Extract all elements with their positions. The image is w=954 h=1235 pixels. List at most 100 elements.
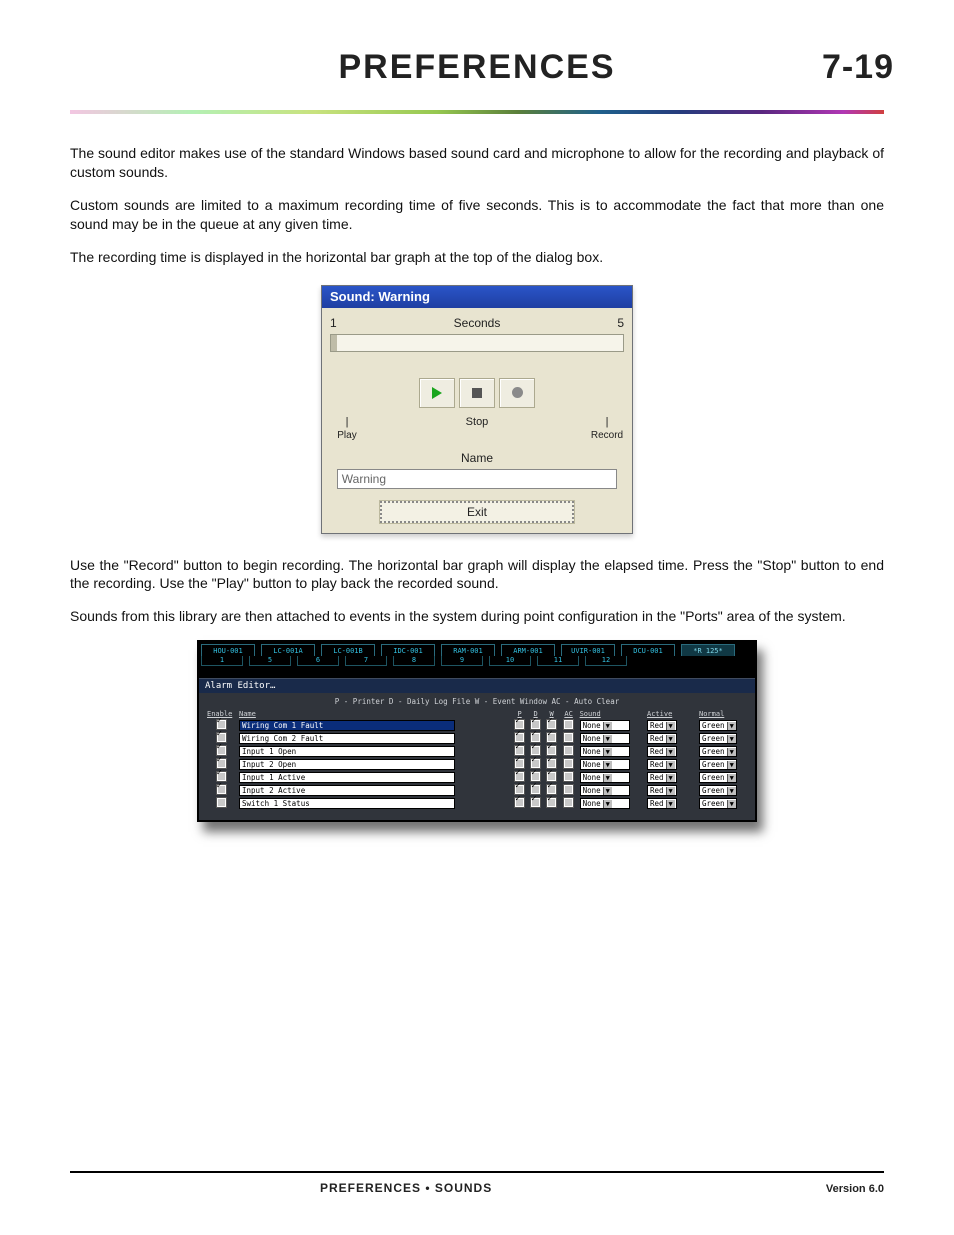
normal-color-select[interactable]: Green▼ bbox=[699, 733, 737, 744]
d-checkbox[interactable] bbox=[531, 772, 540, 781]
sound-select[interactable]: None▼ bbox=[580, 733, 630, 744]
ac-checkbox[interactable] bbox=[564, 785, 573, 794]
active-color-select[interactable]: Red▼ bbox=[647, 733, 677, 744]
ac-checkbox[interactable] bbox=[564, 720, 573, 729]
record-button[interactable] bbox=[499, 378, 535, 408]
chevron-down-icon: ▼ bbox=[666, 761, 675, 769]
play-label: Play bbox=[330, 430, 364, 441]
recording-progress bbox=[330, 334, 624, 352]
p-checkbox[interactable] bbox=[515, 733, 524, 742]
enable-checkbox[interactable] bbox=[217, 746, 226, 755]
active-color-select[interactable]: Red▼ bbox=[647, 759, 677, 770]
footer-divider bbox=[70, 1171, 884, 1173]
d-checkbox[interactable] bbox=[531, 759, 540, 768]
sound-select[interactable]: None▼ bbox=[580, 772, 630, 783]
alarm-tab[interactable]: LC-001A bbox=[261, 644, 315, 656]
enable-checkbox[interactable] bbox=[217, 798, 226, 807]
active-color-select[interactable]: Red▼ bbox=[647, 785, 677, 796]
row-name-input[interactable]: Input 2 Open bbox=[239, 759, 455, 770]
enable-checkbox[interactable] bbox=[217, 720, 226, 729]
alarm-tab[interactable]: ARM-001 bbox=[501, 644, 555, 656]
row-name-input[interactable]: Input 1 Active bbox=[239, 772, 455, 783]
row-name-input[interactable]: Switch 1 Status bbox=[239, 798, 455, 809]
alarm-tab[interactable]: *R 125* bbox=[681, 644, 735, 656]
active-color-select[interactable]: Red▼ bbox=[647, 772, 677, 783]
sound-select[interactable]: None▼ bbox=[580, 759, 630, 770]
seconds-scale: 1 Seconds 5 bbox=[330, 316, 624, 330]
p-checkbox[interactable] bbox=[515, 772, 524, 781]
w-checkbox[interactable] bbox=[547, 785, 556, 794]
sound-select[interactable]: None▼ bbox=[580, 785, 630, 796]
alarm-tab[interactable]: HOU-001 bbox=[201, 644, 255, 656]
d-checkbox[interactable] bbox=[531, 746, 540, 755]
alarm-tab[interactable]: LC-001B bbox=[321, 644, 375, 656]
sound-editor-dialog: Sound: Warning 1 Seconds 5 |Play Stop |R… bbox=[321, 285, 633, 534]
enable-checkbox[interactable] bbox=[217, 785, 226, 794]
seconds-min: 1 bbox=[330, 316, 337, 330]
ac-checkbox[interactable] bbox=[564, 759, 573, 768]
col-name: Name bbox=[237, 709, 512, 719]
alarm-tab[interactable]: UVIR-001 bbox=[561, 644, 615, 656]
active-color-select[interactable]: Red▼ bbox=[647, 746, 677, 757]
ac-checkbox[interactable] bbox=[564, 798, 573, 807]
alarm-tab-number: 11 bbox=[537, 656, 579, 666]
d-checkbox[interactable] bbox=[531, 733, 540, 742]
chevron-down-icon: ▼ bbox=[727, 800, 736, 808]
row-name-input[interactable]: Input 2 Active bbox=[239, 785, 455, 796]
page-header: PREFERENCES 7-19 bbox=[70, 40, 884, 100]
d-checkbox[interactable] bbox=[531, 720, 540, 729]
footer-left: PREFERENCES • SOUNDS bbox=[320, 1181, 492, 1195]
stop-button[interactable] bbox=[459, 378, 495, 408]
w-checkbox[interactable] bbox=[547, 733, 556, 742]
alarm-editor-title: Alarm Editor… bbox=[199, 678, 755, 693]
d-checkbox[interactable] bbox=[531, 798, 540, 807]
alarm-tab[interactable]: DCU-001 bbox=[621, 644, 675, 656]
table-row: Wiring Com 2 Fault None▼ Red▼ Green▼ bbox=[205, 732, 749, 745]
seconds-label: Seconds bbox=[337, 316, 618, 330]
page-footer: PREFERENCES • SOUNDS Version 6.0 bbox=[70, 1171, 884, 1195]
w-checkbox[interactable] bbox=[547, 759, 556, 768]
p-checkbox[interactable] bbox=[515, 746, 524, 755]
w-checkbox[interactable] bbox=[547, 746, 556, 755]
w-checkbox[interactable] bbox=[547, 798, 556, 807]
play-button[interactable] bbox=[419, 378, 455, 408]
enable-checkbox[interactable] bbox=[217, 759, 226, 768]
w-checkbox[interactable] bbox=[547, 772, 556, 781]
col-sound: Sound bbox=[578, 709, 645, 719]
p-checkbox[interactable] bbox=[515, 785, 524, 794]
normal-color-select[interactable]: Green▼ bbox=[699, 785, 737, 796]
p-checkbox[interactable] bbox=[515, 798, 524, 807]
normal-color-select[interactable]: Green▼ bbox=[699, 746, 737, 757]
chevron-down-icon: ▼ bbox=[666, 722, 675, 730]
sound-select[interactable]: None▼ bbox=[580, 798, 630, 809]
row-name-input[interactable]: Wiring Com 2 Fault bbox=[239, 733, 455, 744]
normal-color-select[interactable]: Green▼ bbox=[699, 772, 737, 783]
alarm-tab-numbers: 156789101112 bbox=[199, 656, 755, 668]
active-color-select[interactable]: Red▼ bbox=[647, 798, 677, 809]
p-checkbox[interactable] bbox=[515, 720, 524, 729]
sound-select[interactable]: None▼ bbox=[580, 720, 630, 731]
paragraph-1: The sound editor makes use of the standa… bbox=[70, 144, 884, 182]
enable-checkbox[interactable] bbox=[217, 733, 226, 742]
row-name-input[interactable]: Wiring Com 1 Fault bbox=[239, 720, 455, 731]
d-checkbox[interactable] bbox=[531, 785, 540, 794]
ac-checkbox[interactable] bbox=[564, 772, 573, 781]
normal-color-select[interactable]: Green▼ bbox=[699, 759, 737, 770]
alarm-tab[interactable]: IDC-001 bbox=[381, 644, 435, 656]
name-label: Name bbox=[330, 451, 624, 465]
name-input[interactable]: Warning bbox=[337, 469, 617, 489]
ac-checkbox[interactable] bbox=[564, 733, 573, 742]
alarm-tab[interactable]: RAM-001 bbox=[441, 644, 495, 656]
w-checkbox[interactable] bbox=[547, 720, 556, 729]
normal-color-select[interactable]: Green▼ bbox=[699, 720, 737, 731]
row-name-input[interactable]: Input 1 Open bbox=[239, 746, 455, 757]
enable-checkbox[interactable] bbox=[217, 772, 226, 781]
normal-color-select[interactable]: Green▼ bbox=[699, 798, 737, 809]
paragraph-4: Use the "Record" button to begin recordi… bbox=[70, 556, 884, 594]
p-checkbox[interactable] bbox=[515, 759, 524, 768]
exit-button[interactable]: Exit bbox=[380, 501, 574, 523]
play-icon bbox=[432, 387, 442, 399]
ac-checkbox[interactable] bbox=[564, 746, 573, 755]
sound-select[interactable]: None▼ bbox=[580, 746, 630, 757]
active-color-select[interactable]: Red▼ bbox=[647, 720, 677, 731]
